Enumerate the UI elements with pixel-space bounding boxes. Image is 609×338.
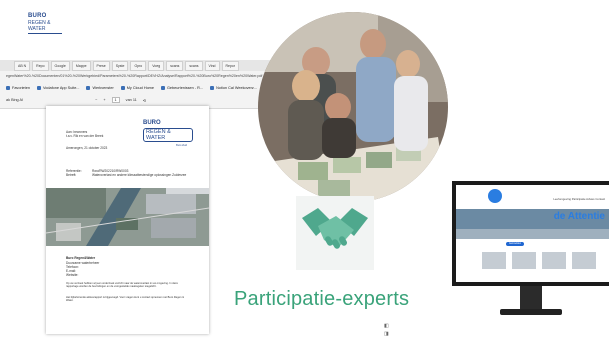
participation-experts-label: Participatie-experts — [234, 288, 410, 310]
monitor-stand-neck — [520, 286, 542, 310]
website-hero-strip — [456, 229, 609, 239]
website-thumbnail[interactable] — [512, 252, 536, 269]
handshake-card — [296, 196, 374, 270]
logo-underline — [28, 33, 62, 34]
favorite-label: Gebeurtenissen - R... — [166, 85, 204, 90]
browser-tab[interactable]: Vind — [204, 61, 220, 71]
favorite-label: Notion Cal Weekoverz... — [216, 85, 257, 90]
document-logo-line2: REGEN & WATER — [143, 128, 193, 142]
contact-title: Buro Regen&Water — [66, 256, 96, 260]
body-paragraph: Op uw verzoek hebben wij een onderzoek v… — [66, 282, 178, 289]
website-thumbnail[interactable] — [572, 252, 596, 269]
page-count: van 11 — [125, 98, 137, 102]
addressee-line: t.a.v. Rik en van der Breek — [66, 134, 104, 138]
zoom-out-icon[interactable]: − — [95, 98, 97, 102]
browser-tab[interactable]: Prese — [92, 61, 110, 71]
participation-photo — [258, 12, 448, 202]
favorite-link[interactable]: My Cloud Home — [120, 85, 154, 90]
aerial-photo — [46, 188, 209, 246]
document-date: Amerongen, 21 oktober 2023 — [66, 146, 108, 150]
website-logo-icon — [488, 189, 502, 203]
favorite-label: Favorieten — [12, 85, 30, 90]
website-screenshot: Leefomgeving Participatie Advies Contact… — [456, 185, 609, 282]
zoom-in-icon[interactable]: + — [103, 98, 105, 102]
bookmark-icon — [86, 85, 91, 90]
favorite-link[interactable]: Vodafone App Suite... — [36, 85, 80, 90]
browser-tab[interactable]: Google — [50, 61, 70, 71]
page-number-input[interactable]: 1 — [111, 97, 120, 103]
favorite-link[interactable]: Werkvenster — [86, 85, 114, 90]
monitor: Leefomgeving Participatie Advies Contact… — [452, 181, 609, 325]
bookmark-icon — [120, 85, 125, 90]
people-at-map-illustration — [258, 12, 448, 202]
subject-value: Wateroverlast en andere klimaatbestendig… — [92, 173, 187, 177]
browser-tab[interactable]: scans — [166, 61, 184, 71]
browser-tab[interactable]: Repor — [221, 61, 240, 71]
document-logo-line1: BURO — [143, 120, 161, 126]
address-bar[interactable]: egenWater%20-%20Documenten/01%20-%20Werk… — [0, 72, 300, 81]
subject-label: Betreft: — [66, 173, 77, 177]
favorites-bar: Favorieten Vodafone App Suite... Werkven… — [0, 82, 305, 93]
logo-top: BURO REGEN & WATER — [28, 13, 68, 35]
bookmark-icon — [6, 85, 10, 90]
favorite-label: Werkvenster — [92, 85, 114, 90]
website-hero-image: de Attentie — [456, 209, 609, 229]
website-hero-title: de Attentie — [553, 211, 605, 222]
page-down-icon[interactable]: ◨ — [384, 331, 389, 337]
logo-line1: BURO — [28, 13, 47, 19]
favorite-label: My Cloud Home — [126, 85, 154, 90]
page-up-icon[interactable]: ◧ — [384, 323, 389, 329]
tab-bar: AB N Repo Google Mappe Prese Syste Opro … — [0, 60, 300, 71]
handshake-icon — [302, 208, 368, 249]
monitor-screen: Leefomgeving Participatie Advies Contact… — [452, 181, 609, 286]
contact-line: Website: — [66, 273, 79, 277]
browser-tab[interactable]: scans — [185, 61, 203, 71]
pdf-toolbar-label: ak Bing AI — [6, 98, 24, 102]
rotate-icon[interactable]: ⟲ — [143, 98, 146, 103]
browser-window: AB N Repo Google Mappe Prese Syste Opro … — [0, 60, 305, 109]
bookmark-icon — [210, 85, 215, 90]
browser-tab[interactable]: Syste — [111, 61, 129, 71]
website-nav[interactable]: Leefomgeving Participatie Advies Contact — [553, 197, 605, 201]
pdf-toolbar: ak Bing AI − + 1 van 11 ⟲ — [0, 94, 300, 106]
browser-tab[interactable]: Voeg — [148, 61, 165, 71]
website-cta-button[interactable]: Aanmelden — [506, 242, 524, 246]
browser-tab[interactable]: Opro — [130, 61, 147, 71]
bookmark-icon — [36, 85, 41, 90]
website-thumbnail[interactable] — [542, 252, 566, 269]
monitor-stand-base — [500, 309, 562, 315]
document-logo-line3: Buro Zuid — [176, 144, 187, 147]
pdf-document-page: BURO REGEN & WATER Buro Zuid Aan: bewone… — [46, 106, 209, 334]
favorite-link[interactable]: Gebeurtenissen - R... — [160, 85, 204, 90]
browser-tab[interactable]: Repo — [32, 61, 49, 71]
website-thumbnail[interactable] — [482, 252, 506, 269]
browser-tab[interactable]: AB N — [14, 61, 31, 71]
website-thumbnails — [482, 252, 596, 269]
logo-line2: REGEN & WATER — [28, 20, 51, 32]
document-logo: BURO REGEN & WATER Buro Zuid — [143, 120, 193, 147]
browser-tab[interactable]: Mappe — [71, 61, 91, 71]
body-paragraph: Het bijbehorende adviesrapport is bijgev… — [66, 296, 184, 303]
bookmark-icon — [160, 85, 165, 90]
favorite-link[interactable]: Favorieten — [6, 85, 30, 90]
favorite-label: Vodafone App Suite... — [42, 85, 80, 90]
favorite-link[interactable]: Notion Cal Weekoverz... — [210, 85, 257, 90]
